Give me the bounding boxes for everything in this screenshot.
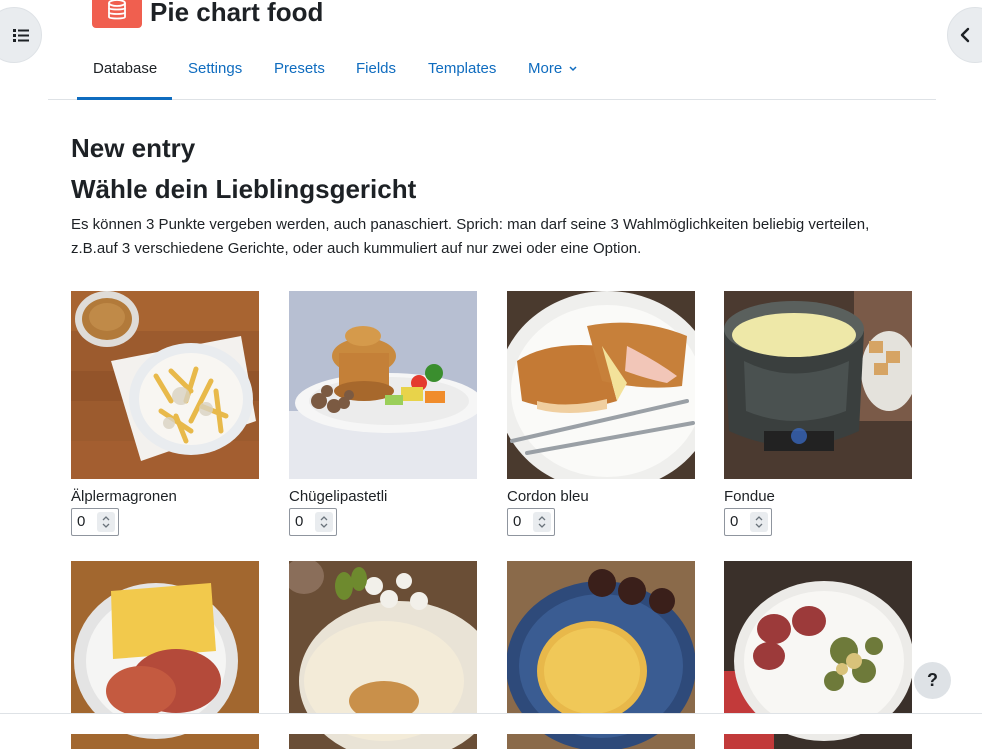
tab-fields[interactable]: Fields xyxy=(356,38,396,100)
secondary-navigation: Database Settings Presets Fields Templat… xyxy=(48,38,936,100)
instructions-text: Es können 3 Punkte vergeben werden, auch… xyxy=(71,216,870,257)
open-block-drawer-button[interactable] xyxy=(947,7,982,63)
points-stepper[interactable]: 0 xyxy=(724,508,772,536)
tab-more[interactable]: More xyxy=(528,38,578,100)
chevron-down-icon xyxy=(569,66,577,72)
points-value: 0 xyxy=(513,513,522,530)
page-heading: New entry xyxy=(71,133,196,163)
tab-database[interactable]: Database xyxy=(77,38,172,100)
tab-presets[interactable]: Presets xyxy=(274,38,325,100)
dish-label: Cordon bleu xyxy=(507,488,589,505)
points-stepper[interactable]: 0 xyxy=(507,508,555,536)
points-stepper[interactable]: 0 xyxy=(71,508,119,536)
dish-photo-cordon-bleu xyxy=(497,291,717,491)
dish-card-cordon-bleu: Cordon bleu 0 xyxy=(497,291,717,536)
dish-card-fondue: Fondue 0 xyxy=(724,291,917,536)
dish-card-alplermagronen: Älplermagronen 0 xyxy=(71,291,259,536)
tab-more-label: More xyxy=(528,60,563,77)
page-title: Pie chart food xyxy=(150,0,324,27)
points-value: 0 xyxy=(730,513,739,530)
dish-card-chugelipastetli: Chügelipastetli 0 xyxy=(289,291,483,536)
chevron-left-icon xyxy=(960,27,970,43)
entry-form-heading: Wähle dein Lieblingsgericht xyxy=(71,174,417,204)
footer-divider xyxy=(0,713,982,734)
dish-label: Chügelipastetli xyxy=(289,488,388,505)
points-value: 0 xyxy=(77,513,86,530)
stepper-arrows-icon[interactable] xyxy=(315,512,333,532)
dish-label: Fondue xyxy=(724,488,775,505)
dish-photo-chugelipastetli xyxy=(289,291,483,479)
dish-label: Älplermagronen xyxy=(71,488,177,505)
open-course-index-button[interactable] xyxy=(0,7,42,63)
points-value: 0 xyxy=(295,513,304,530)
help-button[interactable]: ? xyxy=(914,662,951,699)
points-stepper[interactable]: 0 xyxy=(289,508,337,536)
stepper-arrows-icon[interactable] xyxy=(533,512,551,532)
database-icon xyxy=(92,0,142,28)
tab-templates[interactable]: Templates xyxy=(428,38,496,100)
list-icon xyxy=(13,29,29,42)
stepper-arrows-icon[interactable] xyxy=(750,512,768,532)
dish-photo-fondue xyxy=(724,291,917,479)
dish-photo-alplermagronen xyxy=(71,291,259,479)
tab-settings[interactable]: Settings xyxy=(188,38,242,100)
stepper-arrows-icon[interactable] xyxy=(97,512,115,532)
